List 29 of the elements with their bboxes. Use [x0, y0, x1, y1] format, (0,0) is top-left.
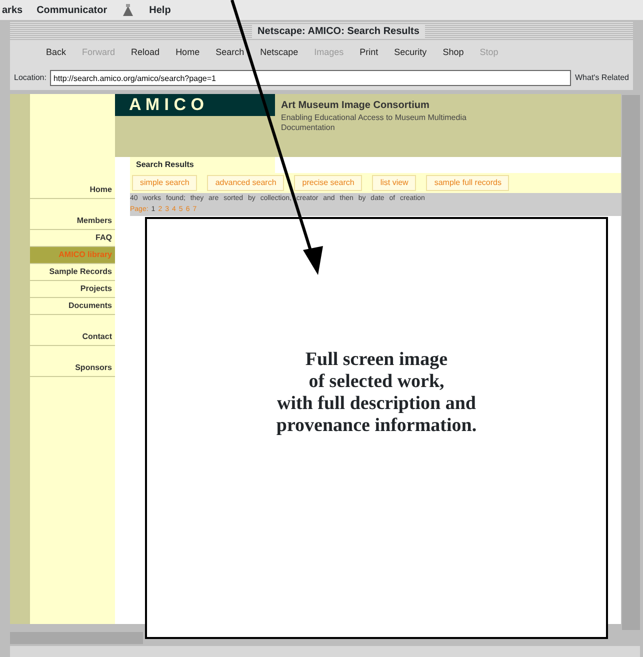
site-name: Art Museum Image Consortium	[281, 99, 430, 113]
toolbar-button[interactable]: Print	[354, 46, 384, 60]
lighthouse-icon[interactable]	[121, 3, 136, 17]
sidebar-link[interactable]: Sponsors	[30, 346, 115, 377]
toolbar-button[interactable]: Reload	[125, 46, 166, 60]
toolbar-button[interactable]: Search	[210, 46, 250, 60]
toolbar-button[interactable]: Security	[388, 46, 433, 60]
sidebar-link[interactable]: Projects	[30, 281, 115, 298]
toolbar-button[interactable]: Home	[170, 46, 206, 60]
related-link[interactable]: What's Related	[575, 72, 629, 84]
site-tagline: Enabling Educational Access to Museum Multimedia Documentation	[281, 113, 468, 132]
toolbar-button[interactable]: Back	[40, 46, 72, 60]
sidebar-link[interactable]: Members	[30, 199, 115, 230]
location-field[interactable]: http://search.amico.org/amico/search?page=1	[50, 70, 571, 86]
sidebar-link[interactable]: Sample Records	[30, 264, 115, 281]
window-title: Netscape: AMICO: Search Results	[252, 24, 426, 38]
location-label: Location:	[14, 72, 46, 84]
menu-item[interactable]: Communicator	[36, 2, 108, 18]
annotation-text: Full screen image of selected work, with full description and provenance information.	[276, 349, 477, 437]
site-logo: A M I C O	[115, 94, 275, 116]
sidebar-link[interactable]: Home	[30, 182, 115, 199]
sidebar-link[interactable]: Contact	[30, 315, 115, 346]
sidebar-link[interactable]: Documents	[30, 298, 115, 315]
toolbar-button[interactable]: Shop	[436, 46, 470, 60]
toolbar-button[interactable]: Netscape	[254, 46, 304, 60]
vertical-scrollbar[interactable]	[622, 95, 640, 630]
menu-item[interactable]: Help	[149, 2, 171, 18]
section-title: Search Results	[130, 157, 275, 173]
menu-item[interactable]: arks	[2, 2, 23, 18]
